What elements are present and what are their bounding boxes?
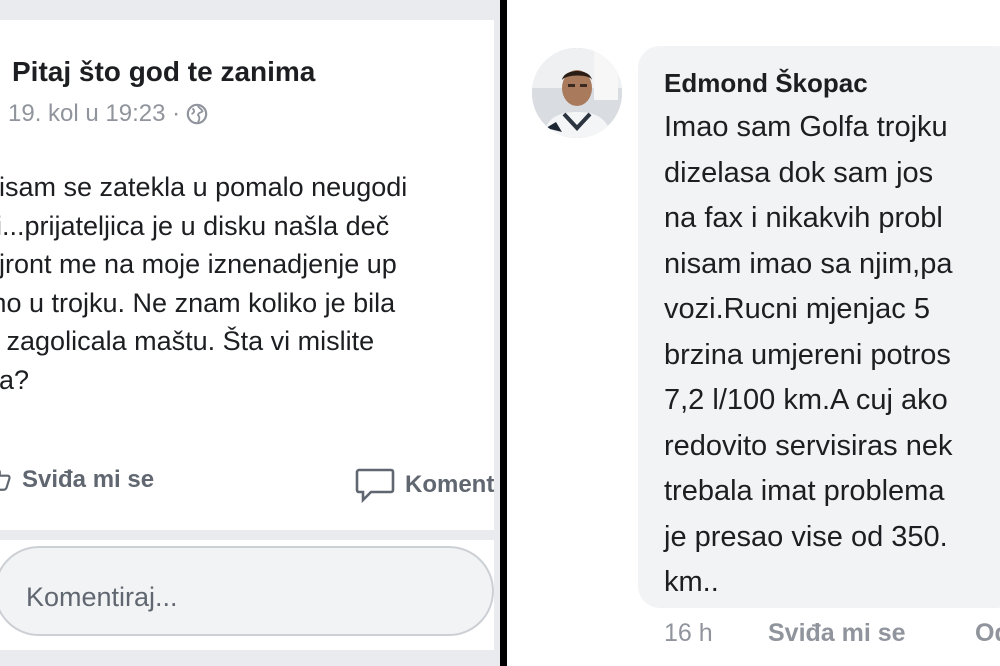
comment-line: km..	[664, 566, 719, 598]
post-line: iji...prijateljica je u disku našla deč	[0, 210, 390, 241]
comment-label: Koment	[405, 471, 495, 498]
comment-line: brzina umjereni potros	[664, 338, 951, 371]
post-line: na?	[0, 364, 30, 395]
like-label: Sviđa mi se	[22, 466, 155, 493]
globe-icon	[186, 103, 208, 125]
speech-bubble-icon	[355, 468, 395, 504]
post-line: e zagolicala maštu. Šta vi mislite	[0, 326, 375, 356]
post-meta: 19. kol u 19:23 ·	[8, 100, 208, 128]
comment-input[interactable]: Komentiraj...	[0, 546, 494, 636]
comment-line: nisam imao sa njim,pa	[664, 247, 953, 280]
comment-line: je presao vise od 350.	[664, 520, 948, 553]
panel-divider	[500, 0, 507, 666]
thumbs-up-icon	[0, 469, 11, 491]
comment-like-link[interactable]: Sviđa mi se	[768, 619, 906, 648]
page-title[interactable]: Pitaj što god te zanima	[12, 56, 315, 88]
post-line: nisam se zatekla u pomalo neugodi	[0, 172, 408, 202]
comment-time[interactable]: 16 h	[664, 619, 713, 648]
post-body: nisam se zatekla u pomalo neugodi iji...…	[0, 168, 500, 399]
comment-reply-link[interactable]: Od	[975, 619, 1000, 648]
comment-author[interactable]: Edmond Škopac	[664, 68, 868, 99]
like-button[interactable]: Sviđa mi se	[0, 466, 154, 494]
comment-line: dizelasa dok sam jos	[664, 156, 934, 189]
comment-line: vozi.Rucni mjenjac 5	[664, 293, 930, 325]
post-line: mo u trojku. Ne znam koliko je bila	[0, 287, 396, 318]
avatar[interactable]	[532, 48, 622, 138]
comment-line: Imao sam Golfa trojku	[664, 111, 948, 143]
post-timestamp[interactable]: 19. kol u 19:23 ·	[8, 100, 180, 128]
comment-line: trebala imat problema	[664, 475, 945, 507]
comment-text: Imao sam Golfa trojku dizelasa dok sam j…	[664, 105, 953, 606]
left-screenshot-panel: Pitaj što god te zanima 19. kol u 19:23 …	[0, 0, 500, 666]
comment-line: redovito servisiras nek	[664, 429, 953, 462]
comment-button[interactable]: Koment	[355, 466, 494, 504]
comment-line: 7,2 l/100 km.A cuj ako	[664, 384, 948, 416]
post-line: ajront me na moje iznenadjenje up	[0, 249, 397, 279]
comment-line: na fax i nikakvih probl	[664, 202, 943, 234]
profile-photo	[532, 48, 622, 138]
